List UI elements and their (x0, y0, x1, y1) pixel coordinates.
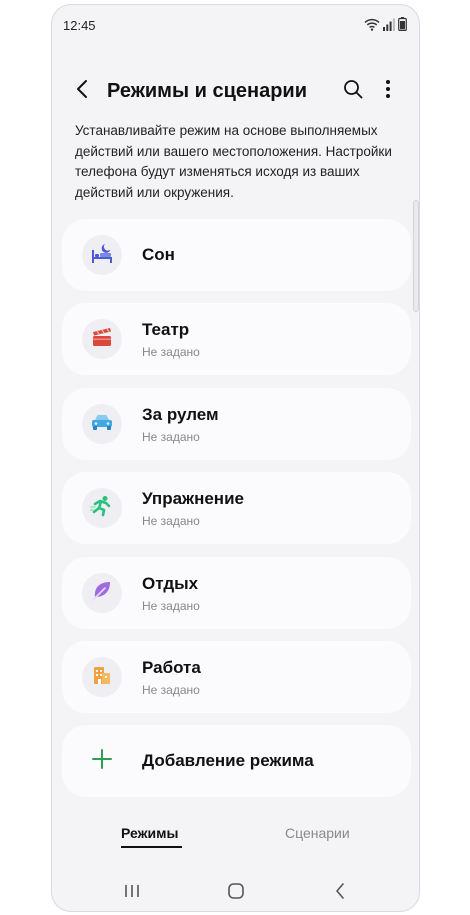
bottom-tabs: Режимы Сценарии (52, 821, 419, 861)
wifi-icon (364, 18, 380, 36)
mode-title: Работа (142, 658, 201, 677)
mode-status: Не задано (142, 345, 200, 359)
add-mode-button[interactable]: Добавление режима (62, 725, 411, 797)
car-icon (90, 412, 114, 437)
plus-icon (91, 748, 113, 775)
mode-icon-circle (82, 657, 122, 697)
mode-item-driving[interactable]: За рулем Не задано (62, 388, 411, 460)
mode-icon-circle (82, 235, 122, 275)
more-vertical-icon (385, 79, 391, 104)
active-tab-indicator (121, 846, 182, 848)
search-icon (343, 79, 363, 104)
clapperboard-icon (91, 326, 113, 353)
tab-scenarios[interactable]: Сценарии (285, 825, 350, 841)
mode-status: Не задано (142, 683, 200, 697)
status-icons (364, 17, 407, 36)
status-bar: 12:45 (52, 5, 419, 45)
page-title: Режимы и сценарии (107, 80, 308, 102)
add-mode-label: Добавление режима (142, 751, 314, 770)
side-scroll-indicator (413, 200, 419, 312)
building-icon (91, 664, 113, 691)
mode-title: Театр (142, 320, 190, 339)
app-header: Режимы и сценарии (52, 69, 419, 113)
page-description: Устанавливайте режим на основе выполняем… (75, 123, 392, 200)
home-button[interactable] (224, 881, 248, 905)
mode-item-relax[interactable]: Отдых Не задано (62, 557, 411, 629)
tab-modes[interactable]: Режимы (121, 825, 178, 841)
mode-icon-circle (82, 404, 122, 444)
mode-item-exercise[interactable]: Упражнение Не задано (62, 472, 411, 544)
mode-title: Отдых (142, 574, 199, 593)
search-button[interactable] (340, 78, 366, 104)
mode-item-work[interactable]: Работа Не задано (62, 641, 411, 713)
phone-screen: 12:45 Режимы и сценарии Устанавливайте р… (51, 4, 420, 912)
mode-item-sleep[interactable]: Сон (62, 219, 411, 291)
mode-status: Не задано (142, 430, 200, 444)
system-navigation-bar (52, 873, 419, 911)
mode-status: Не задано (142, 599, 200, 613)
mode-icon-circle (82, 741, 122, 781)
recent-apps-icon (123, 883, 141, 904)
home-icon (227, 882, 245, 905)
recent-apps-button[interactable] (120, 881, 144, 905)
chevron-left-icon (75, 79, 89, 104)
mode-icon-circle (82, 573, 122, 613)
mode-title: Упражнение (142, 489, 244, 508)
mode-title: Сон (142, 245, 175, 264)
more-options-button[interactable] (375, 78, 401, 104)
mode-icon-circle (82, 488, 122, 528)
mode-status: Не задано (142, 514, 200, 528)
running-icon (89, 495, 114, 522)
bed-icon (90, 242, 114, 269)
mode-title: За рулем (142, 405, 219, 424)
signal-icon (383, 18, 395, 36)
back-button[interactable] (69, 78, 95, 104)
mode-icon-circle (82, 319, 122, 359)
system-back-button[interactable] (328, 881, 352, 905)
battery-icon (398, 17, 407, 36)
status-time: 12:45 (63, 18, 96, 33)
chevron-left-icon (334, 882, 346, 905)
leaf-icon (91, 580, 113, 607)
mode-item-theatre[interactable]: Театр Не задано (62, 303, 411, 375)
